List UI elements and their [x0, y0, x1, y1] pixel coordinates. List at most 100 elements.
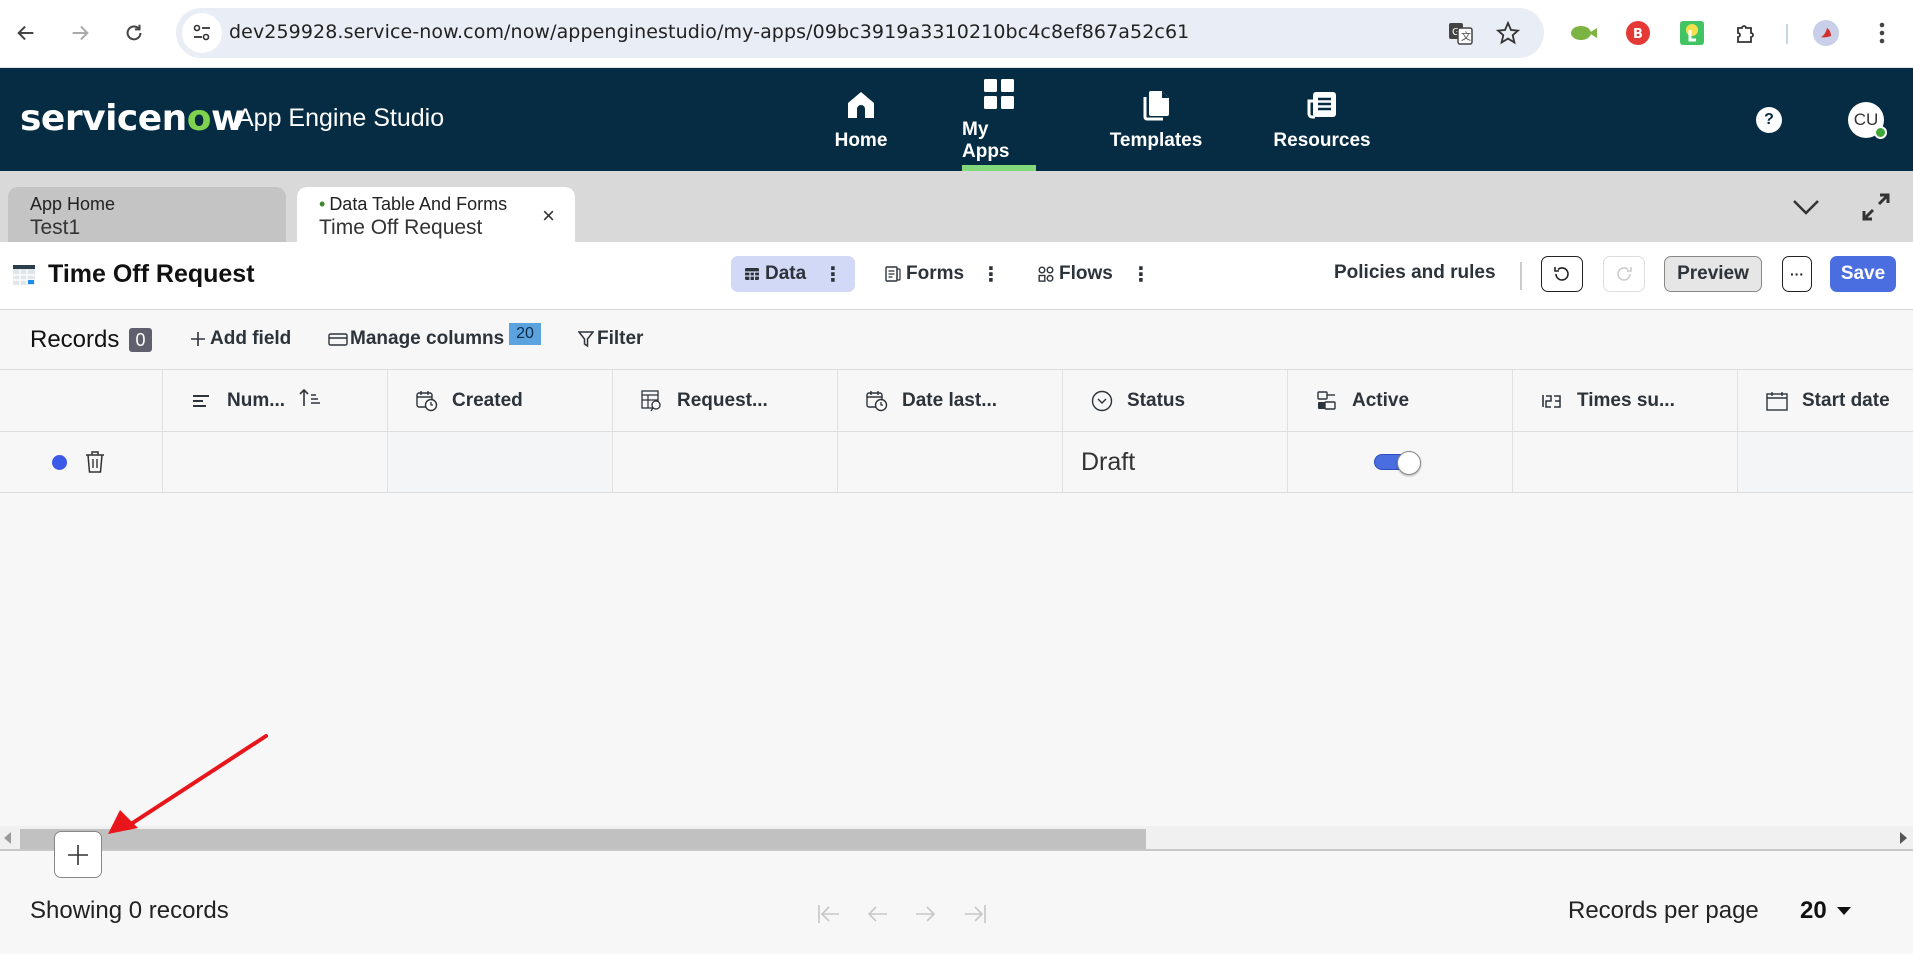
tab-subtitle: App Home [30, 194, 116, 214]
add-field-button[interactable]: Add field [190, 328, 291, 350]
row-actions-cell [0, 432, 163, 492]
next-page-button[interactable] [911, 900, 941, 928]
nav-templates-label: Templates [1109, 129, 1203, 151]
translate-icon: G文 [1449, 23, 1473, 45]
column-header-active[interactable]: Active [1288, 370, 1513, 431]
green-camera-extension-icon [1571, 26, 1597, 40]
column-header-start-date[interactable]: Start date [1738, 370, 1913, 431]
profile-button[interactable] [1812, 19, 1840, 47]
cell-status[interactable]: Draft [1063, 432, 1288, 492]
column-header-number[interactable]: Num... [163, 370, 388, 431]
servicenow-logo[interactable]: servicenow [20, 98, 244, 139]
nav-home[interactable]: Home [832, 68, 890, 171]
help-button[interactable]: ? [1756, 107, 1782, 133]
extension-b[interactable]: B [1624, 19, 1652, 47]
first-page-button[interactable] [814, 900, 844, 928]
sort-ascending-icon[interactable] [299, 388, 321, 414]
filter-label: Filter [597, 328, 644, 349]
view-tab-flows[interactable]: Flows [1037, 256, 1113, 292]
site-info-button[interactable] [182, 13, 222, 53]
fullscreen-button[interactable] [1860, 191, 1892, 223]
tune-icon [193, 24, 210, 41]
column-header-status[interactable]: Status [1063, 370, 1288, 431]
help-icon: ? [1764, 111, 1774, 128]
browser-menu-button[interactable] [1868, 19, 1896, 47]
active-toggle[interactable] [1374, 451, 1424, 475]
touch-extension-icon [1680, 21, 1704, 45]
form-icon [885, 266, 901, 282]
preview-button[interactable]: Preview [1664, 256, 1762, 292]
showing-records-text: Showing 0 records [30, 897, 229, 924]
records-count-badge: 0 [129, 328, 152, 352]
tab-app-home[interactable]: App Home Test1 [8, 187, 286, 242]
newspaper-icon [1305, 88, 1339, 122]
table-row[interactable]: Draft [0, 432, 1913, 493]
page-title: Time Off Request [48, 260, 255, 288]
url-text[interactable]: dev259928.service-now.com/now/appengines… [229, 21, 1189, 43]
undo-button[interactable] [1541, 256, 1583, 292]
home-icon [844, 88, 878, 122]
forms-options-kebab-icon[interactable]: ⋮ [981, 256, 1001, 292]
address-bar[interactable]: dev259928.service-now.com/now/appengines… [176, 8, 1544, 58]
column-header-requested[interactable]: Request... [613, 370, 838, 431]
filter-icon [578, 331, 594, 348]
cell-number[interactable] [163, 432, 388, 492]
nav-templates[interactable]: Templates [1110, 68, 1202, 171]
bookmark-button[interactable] [1495, 20, 1521, 46]
table-header-row: Num... Created Request... Date last... S… [0, 370, 1913, 432]
last-page-button[interactable] [960, 900, 990, 928]
choice-dropdown-icon [1091, 390, 1113, 412]
save-button[interactable]: Save [1830, 256, 1896, 292]
true-false-icon [1316, 390, 1338, 412]
translate-button[interactable]: G文 [1448, 20, 1474, 46]
policies-and-rules-link[interactable]: Policies and rules [1334, 262, 1496, 284]
scrollbar-thumb[interactable] [20, 829, 1146, 849]
grid-apps-icon [982, 77, 1016, 111]
tab-title: Time Off Request [319, 216, 483, 239]
app-header: servicenow App Engine Studio Home My App… [0, 68, 1913, 171]
cell-times-submitted[interactable] [1513, 432, 1738, 492]
scroll-left-arrow-icon[interactable] [4, 832, 11, 844]
horizontal-scrollbar[interactable] [0, 826, 1913, 851]
next-page-icon [916, 906, 936, 922]
cell-start-date[interactable] [1738, 432, 1913, 492]
tabs-overflow-button[interactable] [1790, 191, 1822, 223]
previous-page-button[interactable] [862, 900, 892, 928]
extension-camera[interactable] [1570, 19, 1598, 47]
table-empty-area [0, 493, 1913, 827]
close-tab-icon[interactable]: × [542, 203, 555, 229]
back-button[interactable] [10, 17, 42, 49]
app-title: App Engine Studio [237, 104, 445, 132]
cell-active [1288, 432, 1513, 492]
more-actions-button[interactable]: ··· [1782, 256, 1812, 292]
column-header-date-last[interactable]: Date last... [838, 370, 1063, 431]
tab-data-table-and-forms[interactable]: Data Table And Forms Time Off Request × [297, 187, 575, 242]
column-header-times-submitted[interactable]: Times su... [1513, 370, 1738, 431]
records-per-page-value: 20 [1800, 897, 1827, 924]
cell-date-last[interactable] [838, 432, 1063, 492]
extensions-menu-button[interactable] [1732, 19, 1760, 47]
records-per-page-select[interactable]: 20 [1800, 897, 1851, 925]
column-header-created[interactable]: Created [388, 370, 613, 431]
extension-touch[interactable] [1678, 19, 1706, 47]
cell-requested[interactable] [613, 432, 838, 492]
nav-resources[interactable]: Resources [1273, 68, 1371, 171]
filter-button[interactable]: Filter [578, 328, 643, 350]
manage-columns-button[interactable]: Manage columns [328, 328, 504, 350]
add-record-button[interactable] [54, 831, 102, 878]
delete-row-button[interactable] [84, 450, 106, 474]
forward-button[interactable] [64, 17, 96, 49]
flows-options-kebab-icon[interactable]: ⋮ [1131, 256, 1151, 292]
documents-icon [1139, 88, 1173, 122]
scroll-right-arrow-icon[interactable] [1900, 832, 1907, 844]
tab-title: Test1 [30, 216, 81, 239]
view-tab-forms[interactable]: Forms [884, 256, 964, 292]
view-tab-data[interactable]: Data ⋮ [731, 256, 855, 292]
user-avatar[interactable]: CU [1848, 102, 1887, 139]
data-options-kebab-icon[interactable]: ⋮ [823, 262, 843, 287]
redo-button[interactable] [1603, 256, 1645, 292]
reload-button[interactable] [118, 17, 150, 49]
nav-my-apps[interactable]: My Apps [962, 68, 1036, 171]
integer-123-icon [1541, 390, 1563, 412]
manage-columns-label: Manage columns [350, 328, 505, 349]
